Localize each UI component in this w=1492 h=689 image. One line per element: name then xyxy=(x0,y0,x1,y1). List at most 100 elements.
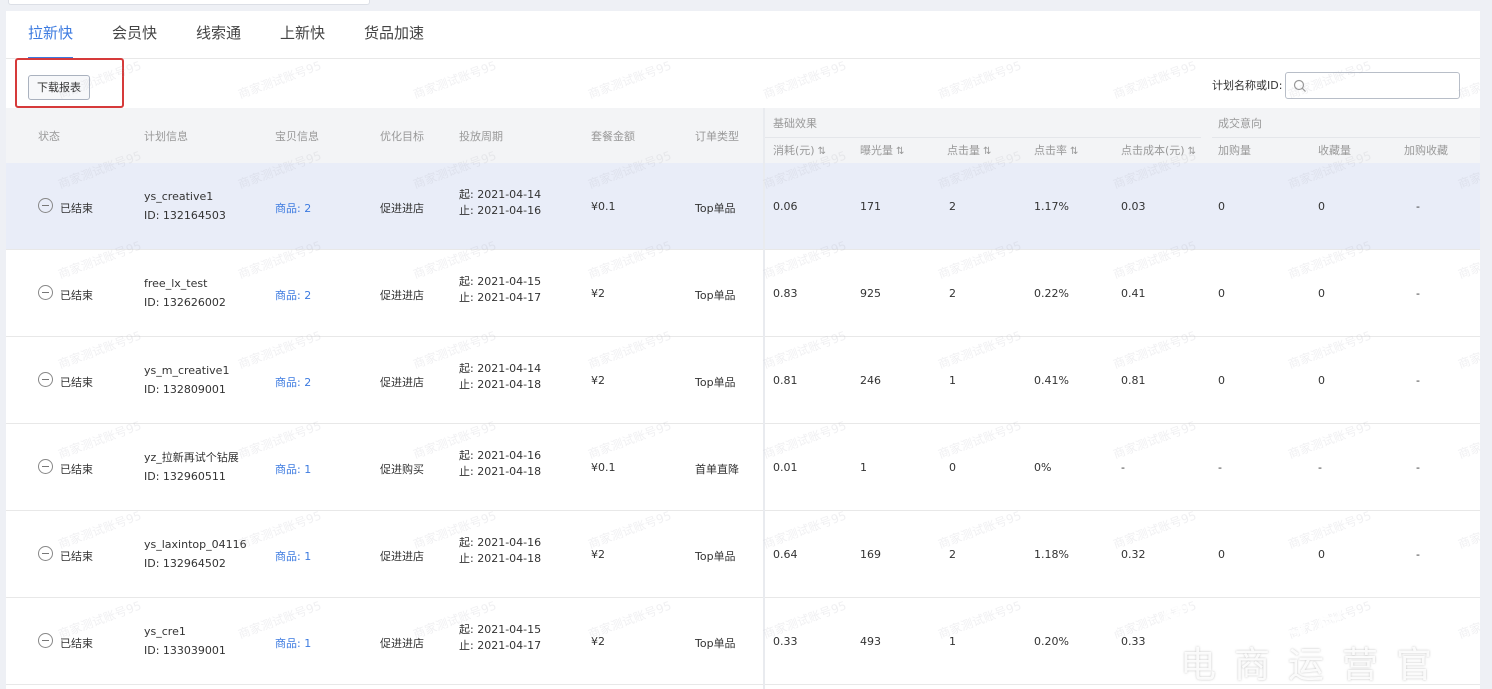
tab-shangxinkuai[interactable]: 上新快 xyxy=(280,11,325,57)
period-start: 起: 2021-04-16 xyxy=(459,536,542,549)
metric-cartfav: - xyxy=(1416,287,1420,300)
period: 起: 2021-04-15 止: 2021-04-17 xyxy=(459,622,541,654)
header-impressions-label: 曝光量 xyxy=(860,144,893,157)
table-header: 状态 计划信息 宝贝信息 优化目标 投放周期 套餐金额 订单类型 基础效果 成交… xyxy=(6,108,1480,163)
search-field[interactable] xyxy=(1285,72,1460,99)
metric-ctr: 0.20% xyxy=(1034,635,1069,648)
search-input[interactable] xyxy=(1312,76,1456,97)
search-label: 计划名称或ID: xyxy=(1212,79,1283,92)
plan-id: ID: 132164503 xyxy=(144,209,226,222)
status-text: 已结束 xyxy=(60,637,93,650)
sort-icon[interactable]: ⇅ xyxy=(1070,146,1078,157)
status-ended-icon xyxy=(38,459,53,474)
watermark-text: 商家测试账号95 xyxy=(411,58,499,102)
header-ctr[interactable]: 点击率 ⇅ xyxy=(1034,142,1078,158)
header-cost-label: 消耗(元) xyxy=(773,144,815,157)
tab-huiyuankuai[interactable]: 会员快 xyxy=(112,11,157,57)
plan-id: ID: 132960511 xyxy=(144,470,226,483)
sort-icon[interactable]: ⇅ xyxy=(896,146,904,157)
watermark-text: 商家测试账号95 xyxy=(761,58,849,102)
item-link[interactable]: 商品: 2 xyxy=(275,200,311,216)
header-cpc[interactable]: 点击成本(元) ⇅ xyxy=(1121,142,1196,158)
status-text: 已结束 xyxy=(60,550,93,563)
status-text: 已结束 xyxy=(60,376,93,389)
period: 起: 2021-04-16 止: 2021-04-18 xyxy=(459,535,541,567)
metric-fav: - xyxy=(1318,461,1322,474)
metric-ctr: 1.17% xyxy=(1034,200,1069,213)
download-report-button[interactable]: 下载报表 xyxy=(28,75,90,100)
header-status: 状态 xyxy=(38,130,60,143)
item-link[interactable]: 商品: 1 xyxy=(275,461,311,477)
tab-huopinjiasu[interactable]: 货品加速 xyxy=(364,11,424,57)
metric-fav: 0 xyxy=(1318,200,1325,213)
top-search-bar-edge xyxy=(8,0,370,5)
metric-cpc: 0.32 xyxy=(1121,548,1146,561)
plan-name: ys_cre1 xyxy=(144,625,186,638)
header-impressions[interactable]: 曝光量 ⇅ xyxy=(860,142,904,158)
search-icon xyxy=(1293,79,1306,92)
optimization-goal: 促进进店 xyxy=(380,289,424,302)
package-amount: ¥2 xyxy=(591,548,605,561)
plan-name: ys_creative1 xyxy=(144,190,214,203)
metric-clicks: 1 xyxy=(949,635,956,648)
metric-cart: 0 xyxy=(1218,200,1225,213)
metric-fav: 0 xyxy=(1318,374,1325,387)
metric-clicks: 0 xyxy=(949,461,956,474)
period-end: 止: 2021-04-16 xyxy=(459,204,542,217)
metric-fav: 0 xyxy=(1318,548,1325,561)
status-ended-icon xyxy=(38,633,53,648)
item-link[interactable]: 商品: 2 xyxy=(275,287,311,303)
metric-cost: 0.06 xyxy=(773,200,798,213)
optimization-goal: 促进购买 xyxy=(380,463,424,476)
metric-cpc: - xyxy=(1121,461,1125,474)
order-type: Top单品 xyxy=(695,550,736,563)
header-cartfav: 加购收藏 xyxy=(1404,144,1448,157)
tab-laxinkuai[interactable]: 拉新快 xyxy=(28,11,74,59)
metric-impressions: 169 xyxy=(860,548,881,561)
optimization-goal: 促进进店 xyxy=(380,637,424,650)
package-amount: ¥0.1 xyxy=(591,200,616,213)
metric-impressions: 493 xyxy=(860,635,881,648)
header-clicks[interactable]: 点击量 ⇅ xyxy=(947,142,991,158)
header-clicks-label: 点击量 xyxy=(947,144,980,157)
status-ended-icon xyxy=(38,285,53,300)
metric-ctr: 0.41% xyxy=(1034,374,1069,387)
plan-name: ys_m_creative1 xyxy=(144,364,230,377)
metric-cart: 0 xyxy=(1218,548,1225,561)
metric-cost: 0.64 xyxy=(773,548,798,561)
item-link[interactable]: 商品: 1 xyxy=(275,635,311,651)
metric-cost: 0.33 xyxy=(773,635,798,648)
status-text: 已结束 xyxy=(60,289,93,302)
sort-icon[interactable]: ⇅ xyxy=(1188,146,1196,157)
watermark-text: 商家测试账号95 xyxy=(1111,58,1199,102)
plan-info: ys_laxintop_04116 ID: 132964502 xyxy=(144,535,247,573)
plan-info: ys_m_creative1 ID: 132809001 xyxy=(144,361,229,399)
period-end: 止: 2021-04-17 xyxy=(459,291,542,304)
period-start: 起: 2021-04-16 xyxy=(459,449,542,462)
package-amount: ¥2 xyxy=(591,374,605,387)
table-row: 已结束 yz_拉新再试个钻展 ID: 132960511 商品: 1 促进购买 起: 20… xyxy=(6,424,1480,511)
header-group-divider xyxy=(765,137,1201,138)
header-amount: 套餐金额 xyxy=(591,130,635,143)
item-link[interactable]: 商品: 1 xyxy=(275,548,311,564)
status-ended-icon xyxy=(38,372,53,387)
sort-icon[interactable]: ⇅ xyxy=(818,146,826,157)
status-ended-icon xyxy=(38,198,53,213)
header-order-type: 订单类型 xyxy=(695,130,739,143)
header-cost[interactable]: 消耗(元) ⇅ xyxy=(773,142,826,158)
main-panel: 拉新快 会员快 线索通 上新快 货品加速 下载报表 计划名称或ID: 状态 计划… xyxy=(6,11,1480,689)
metric-cartfav: - xyxy=(1416,200,1420,213)
period-end: 止: 2021-04-18 xyxy=(459,378,542,391)
tab-xiansuotong[interactable]: 线索通 xyxy=(196,11,241,57)
period: 起: 2021-04-14 止: 2021-04-18 xyxy=(459,361,541,393)
plan-id: ID: 132964502 xyxy=(144,557,226,570)
watermark-text: 商家测试账号95 xyxy=(236,58,324,102)
metric-cpc: 0.41 xyxy=(1121,287,1146,300)
metric-cart: 0 xyxy=(1218,287,1225,300)
sort-icon[interactable]: ⇅ xyxy=(983,146,991,157)
metric-clicks: 2 xyxy=(949,548,956,561)
metric-cost: 0.01 xyxy=(773,461,798,474)
header-plan: 计划信息 xyxy=(144,130,188,143)
item-link[interactable]: 商品: 2 xyxy=(275,374,311,390)
optimization-goal: 促进进店 xyxy=(380,550,424,563)
